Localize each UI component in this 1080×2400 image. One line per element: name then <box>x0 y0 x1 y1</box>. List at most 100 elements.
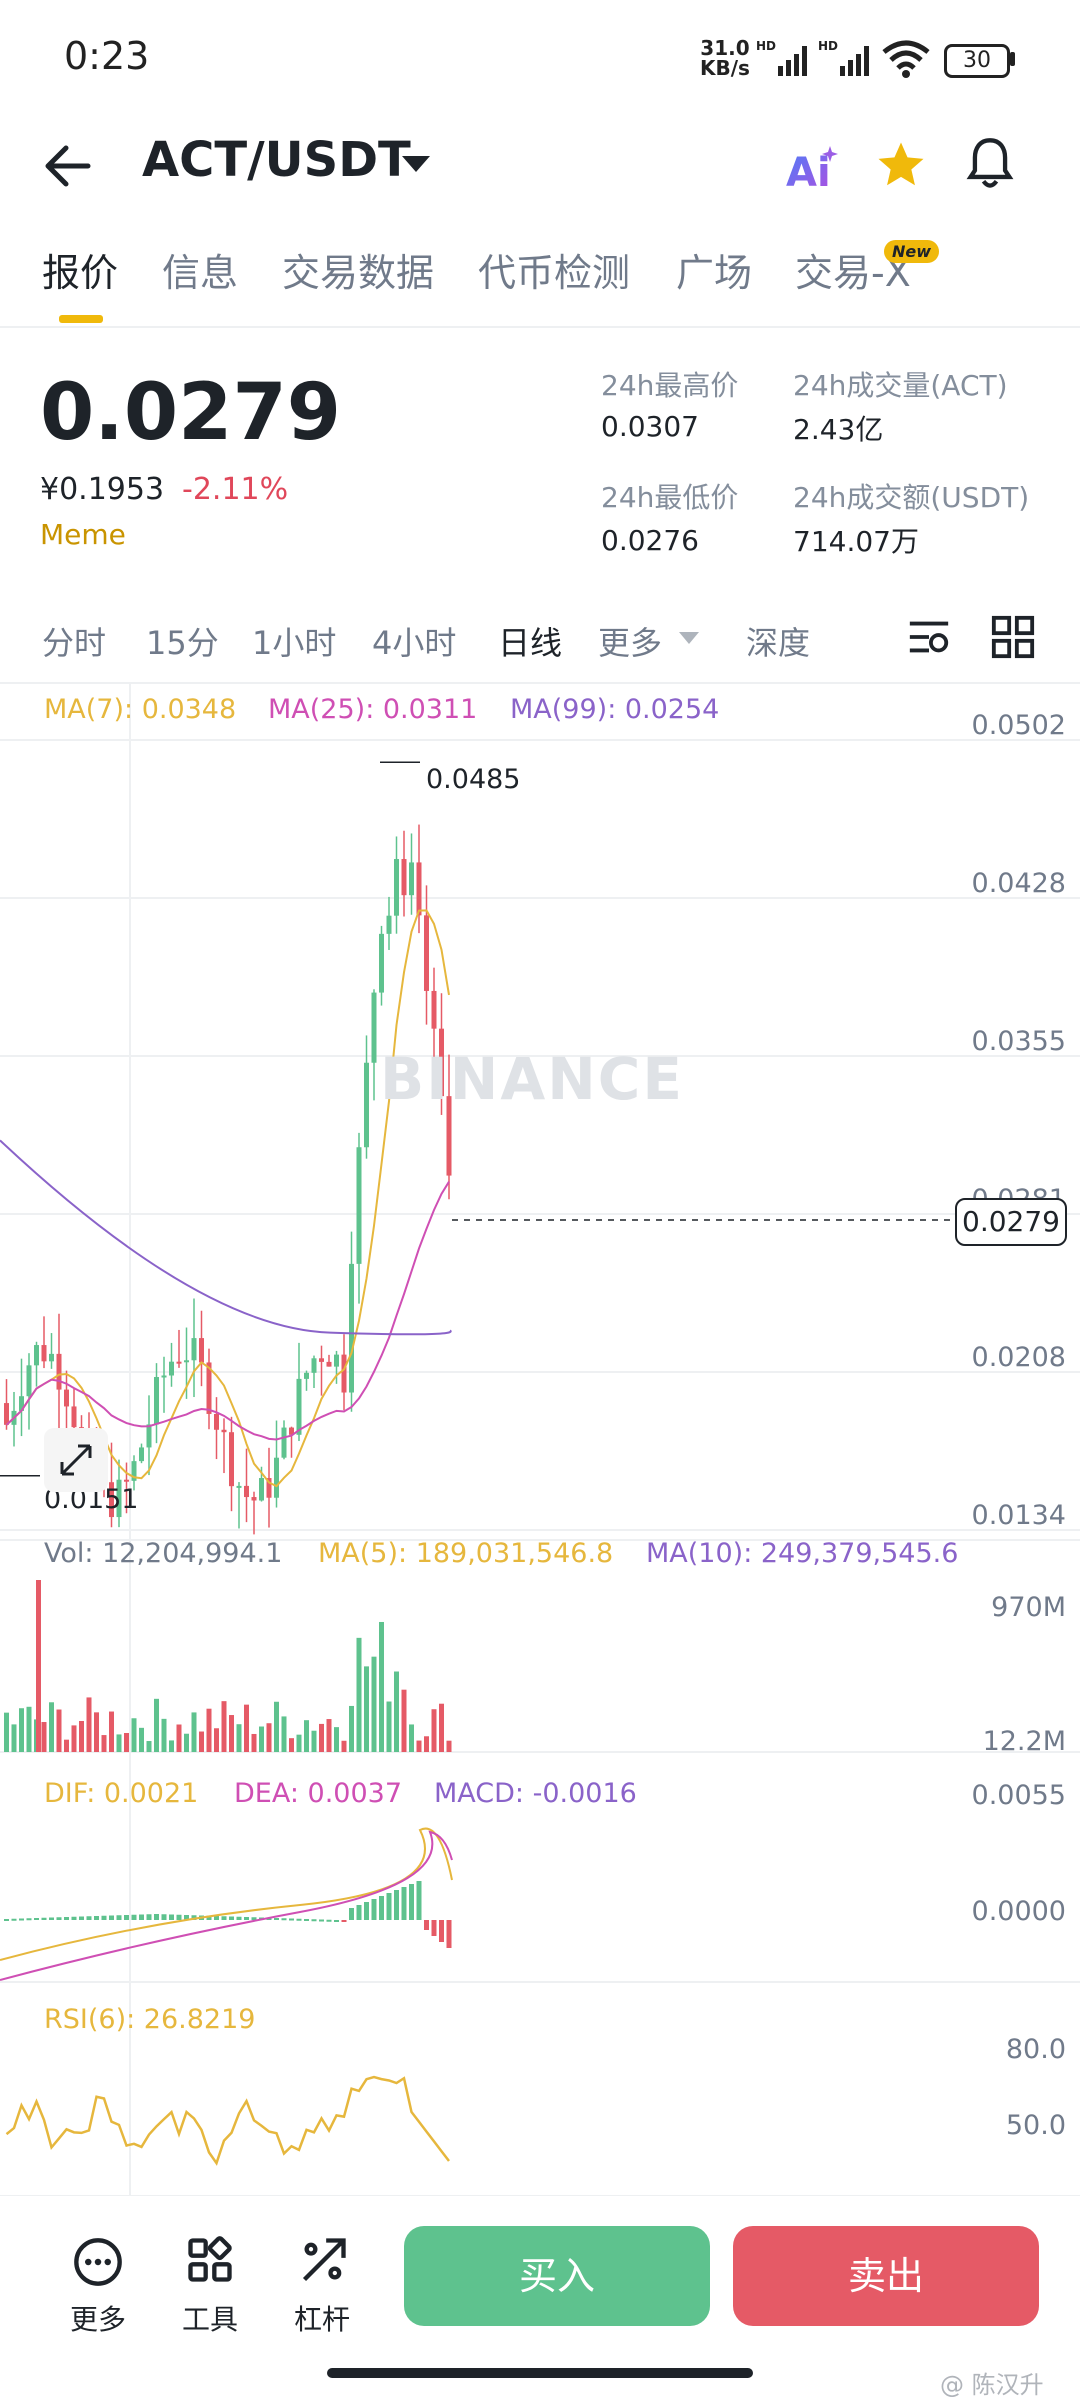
interval-1h[interactable]: 1小时 <box>252 618 336 664</box>
volume-bar <box>94 1712 99 1752</box>
buy-button[interactable]: 买入 <box>404 2226 710 2326</box>
tab-quote[interactable]: 报价 <box>42 242 118 297</box>
dif-line <box>0 1827 453 1961</box>
candle-body <box>319 1358 324 1362</box>
volume-value: 2.43亿 <box>793 413 884 446</box>
macd-bar <box>116 1915 122 1920</box>
macd-bar <box>56 1917 62 1920</box>
macd-bar <box>394 1890 399 1920</box>
leverage-label[interactable]: 杠杆 <box>294 2298 350 2338</box>
volume-bar <box>379 1621 384 1752</box>
candle-body <box>356 1147 362 1264</box>
candle-body <box>274 1457 279 1498</box>
volume-bar <box>64 1739 69 1752</box>
signal-icon-2: HD <box>818 39 869 76</box>
indicator-settings-icon[interactable] <box>906 614 952 660</box>
svg-text:Ai: Ai <box>786 150 831 192</box>
binance-watermark: BINANCE <box>380 1045 684 1113</box>
interval-depth[interactable]: 深度 <box>746 618 810 664</box>
volume-bar <box>446 1740 452 1752</box>
current-price-tag[interactable]: 0.0279 <box>955 1198 1067 1246</box>
price-axis-label: 0.0208 <box>971 1342 1066 1373</box>
macd-bar <box>319 1919 324 1922</box>
macd-bar <box>101 1915 107 1920</box>
star-icon[interactable] <box>874 138 928 192</box>
tab-info[interactable]: 信息 <box>162 242 238 297</box>
interval-15m[interactable]: 15分 <box>146 618 219 664</box>
layout-grid-icon[interactable] <box>990 614 1036 660</box>
volume-bar <box>431 1709 437 1752</box>
more-label[interactable]: 更多 <box>70 2298 126 2338</box>
svg-text:HD: HD <box>756 39 776 53</box>
macd-bar <box>296 1918 302 1921</box>
bell-icon[interactable] <box>964 136 1016 192</box>
volume-bar <box>79 1720 84 1752</box>
macd-bar <box>326 1919 332 1922</box>
macd-bar <box>349 1908 354 1920</box>
volume-bar <box>109 1711 114 1752</box>
macd-bar <box>341 1920 347 1922</box>
macd-bar <box>169 1914 174 1920</box>
rsi-legend: RSI(6): 26.8219 <box>44 2004 256 2035</box>
tab-token-check[interactable]: 代币检测 <box>478 242 630 297</box>
macd-bar <box>364 1902 369 1920</box>
kline-chart[interactable] <box>0 684 1080 2200</box>
interval-more[interactable]: 更多 <box>598 618 662 664</box>
candle-body <box>169 1361 174 1376</box>
back-arrow-icon[interactable] <box>44 138 92 194</box>
candle-body <box>26 1365 32 1397</box>
candle-body <box>56 1353 62 1390</box>
macd-bar <box>34 1918 39 1920</box>
home-indicator[interactable] <box>327 2368 753 2378</box>
sell-button[interactable]: 卖出 <box>733 2226 1039 2326</box>
expand-icon[interactable] <box>44 1428 108 1492</box>
net-speed: 31.0 KB/s <box>700 36 750 80</box>
meme-tag[interactable]: Meme <box>40 518 126 551</box>
macd-bar <box>281 1918 287 1921</box>
tools-label[interactable]: 工具 <box>182 2298 238 2338</box>
volume-bar <box>439 1703 444 1752</box>
macd-bar <box>41 1917 47 1920</box>
chevron-down-icon[interactable] <box>402 156 430 172</box>
candle-body <box>431 990 437 1029</box>
macd-bar <box>124 1915 129 1920</box>
price-axis-label: 0.0355 <box>971 1026 1066 1057</box>
volume-bar <box>116 1734 122 1752</box>
macd-bar <box>161 1914 167 1920</box>
tab-square[interactable]: 广场 <box>676 242 752 297</box>
macd-bar <box>4 1919 9 1921</box>
macd-bar <box>176 1914 182 1920</box>
volume-bar <box>214 1728 219 1752</box>
candle-body <box>296 1378 302 1435</box>
tools-icon[interactable] <box>184 2234 236 2286</box>
macd-bar <box>64 1917 69 1920</box>
volume-bar <box>184 1733 189 1752</box>
more-icon[interactable] <box>72 2236 124 2288</box>
ai-icon[interactable]: Ai <box>786 146 838 192</box>
macd-bar <box>416 1881 422 1920</box>
volume-bar <box>251 1733 257 1752</box>
battery-icon: 30 <box>944 44 1010 78</box>
battery-tip <box>1010 52 1015 66</box>
macd-bar <box>439 1920 444 1942</box>
interval-line[interactable]: 分时 <box>42 618 106 664</box>
amount-label: 24h成交额(USDT) <box>793 481 1030 514</box>
candle-body <box>139 1447 144 1462</box>
credit-watermark: @ 陈汉升 <box>940 2371 1044 2399</box>
macd-bar <box>214 1916 219 1920</box>
macd-bar <box>401 1887 407 1920</box>
interval-4h[interactable]: 4小时 <box>372 618 456 664</box>
volume-bar <box>349 1705 354 1752</box>
macd-bar <box>386 1893 392 1920</box>
tab-trade-data[interactable]: 交易数据 <box>282 242 434 297</box>
volume-bar <box>341 1740 347 1752</box>
pair-title[interactable]: ACT/USDT <box>142 132 411 188</box>
leverage-icon[interactable] <box>298 2234 350 2286</box>
volume-bar <box>86 1697 92 1752</box>
macd-bar <box>146 1914 152 1920</box>
macd-bar <box>244 1917 249 1920</box>
ma99-legend: MA(99): 0.0254 <box>510 694 720 725</box>
macd-bar <box>431 1920 437 1936</box>
interval-1d[interactable]: 日线 <box>498 618 562 664</box>
candle-body <box>221 1429 227 1433</box>
